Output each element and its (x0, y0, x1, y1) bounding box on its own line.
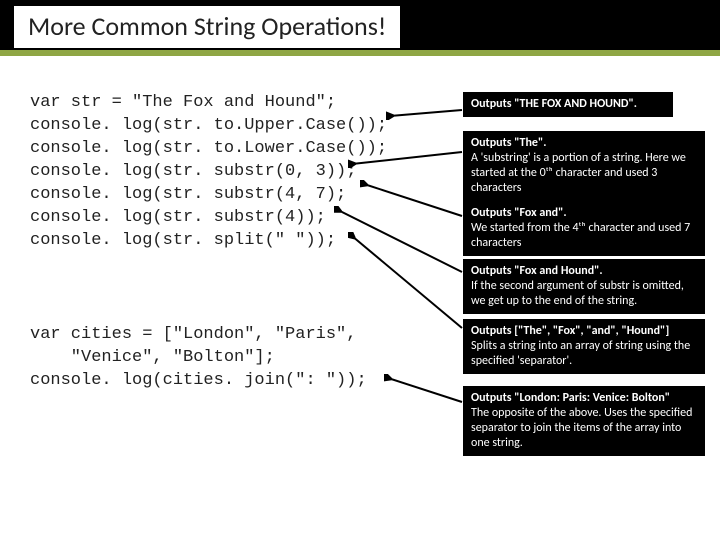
annotation-substr4: Outputs "Fox and Hound". If the second a… (463, 259, 705, 314)
annotation-head: Outputs ["The", "Fox", "and", "Hound"] (471, 324, 697, 339)
arrow-icon (348, 148, 466, 168)
slide-content: var str = "The Fox and Hound"; console. … (0, 56, 720, 540)
annotation-body: A 'substring' is a portion of a string. … (471, 151, 697, 196)
code-block-2: var cities = ["London", "Paris", "Venice… (30, 324, 367, 393)
annotation-substr03: Outputs "The". A 'substring' is a portio… (463, 131, 705, 201)
annotation-substr47: Outputs "Fox and". We started from the 4… (463, 201, 705, 256)
title-bar: More Common String Operations! (0, 0, 720, 56)
slide-title: More Common String Operations! (14, 6, 400, 48)
annotation-body: The opposite of the above. Uses the spec… (471, 406, 697, 451)
annotation-body: If the second argument of substr is omit… (471, 279, 697, 309)
arrow-icon (384, 374, 466, 406)
arrow-icon (386, 100, 466, 120)
annotation-head: Outputs "Fox and". (471, 206, 697, 221)
annotation-head: Outputs "The". (471, 136, 697, 151)
annotation-body: Splits a string into an array of string … (471, 339, 697, 369)
annotation-head: Outputs "THE FOX AND HOUND". (471, 97, 665, 112)
annotation-head: Outputs "Fox and Hound". (471, 264, 697, 279)
annotation-head: Outputs "London: Paris: Venice: Bolton" (471, 391, 697, 406)
annotation-uppercase: Outputs "THE FOX AND HOUND". (463, 92, 673, 117)
annotation-body: We started from the 4ᵗʰ character and us… (471, 221, 697, 251)
annotation-split: Outputs ["The", "Fox", "and", "Hound"] S… (463, 319, 705, 374)
annotation-join: Outputs "London: Paris: Venice: Bolton" … (463, 386, 705, 456)
arrow-icon (348, 232, 466, 332)
